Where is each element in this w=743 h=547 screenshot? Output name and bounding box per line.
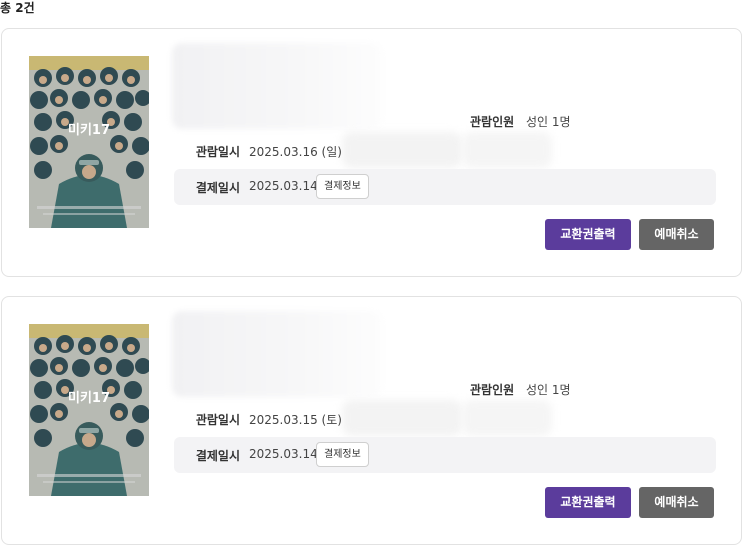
blurred-movie-title (172, 311, 382, 397)
blurred-movie-title (172, 43, 382, 129)
print-ticket-button[interactable]: 교환권출력 (545, 487, 631, 518)
blurred-theater-info (342, 132, 462, 168)
payment-info-button[interactable]: 결제정보 (316, 174, 369, 199)
poster-art: 미키17 (29, 56, 149, 228)
watch-date-value: 2025.03.16 (일) (249, 145, 342, 159)
viewers-label: 관람인원 (470, 383, 515, 397)
poster-art: 미키17 (29, 324, 149, 496)
viewers-info: 관람인원 성인 1명 (470, 114, 571, 130)
watch-date-value: 2025.03.15 (토) (249, 413, 342, 427)
payment-row: 결제일시 2025.03.14 결제정보 (174, 169, 716, 205)
movie-poster[interactable]: 미키17 (29, 324, 149, 496)
booking-card: 미키17 관람인원 성인 1명 관람일시 2025.03.16 (일) 결제일시… (1, 28, 742, 277)
payment-date-value: 2025.03.14 (249, 179, 318, 193)
payment-info-button[interactable]: 결제정보 (316, 442, 369, 467)
poster-title: 미키17 (68, 390, 110, 406)
blurred-seat-info (462, 400, 552, 436)
cancel-booking-button[interactable]: 예매취소 (639, 219, 714, 250)
watch-date-label: 관람일시 (195, 413, 240, 427)
blurred-seat-info (462, 132, 552, 168)
payment-row: 결제일시 2025.03.14 결제정보 (174, 437, 716, 473)
print-ticket-button[interactable]: 교환권출력 (545, 219, 631, 250)
booking-total-count: 총 2건 (0, 1, 35, 15)
movie-poster[interactable]: 미키17 (29, 56, 149, 228)
payment-date-label: 결제일시 (195, 181, 240, 195)
watch-date-label: 관람일시 (195, 145, 240, 159)
payment-date-label: 결제일시 (195, 449, 240, 463)
poster-title: 미키17 (68, 122, 110, 138)
viewers-value: 성인 1명 (526, 115, 571, 129)
payment-date-value: 2025.03.14 (249, 447, 318, 461)
viewers-label: 관람인원 (470, 115, 515, 129)
viewers-value: 성인 1명 (526, 383, 571, 397)
cancel-booking-button[interactable]: 예매취소 (639, 487, 714, 518)
viewers-info: 관람인원 성인 1명 (470, 382, 571, 398)
blurred-theater-info (342, 400, 462, 436)
booking-card: 미키17 관람인원 성인 1명 관람일시 2025.03.15 (토) 결제일시… (1, 296, 742, 545)
